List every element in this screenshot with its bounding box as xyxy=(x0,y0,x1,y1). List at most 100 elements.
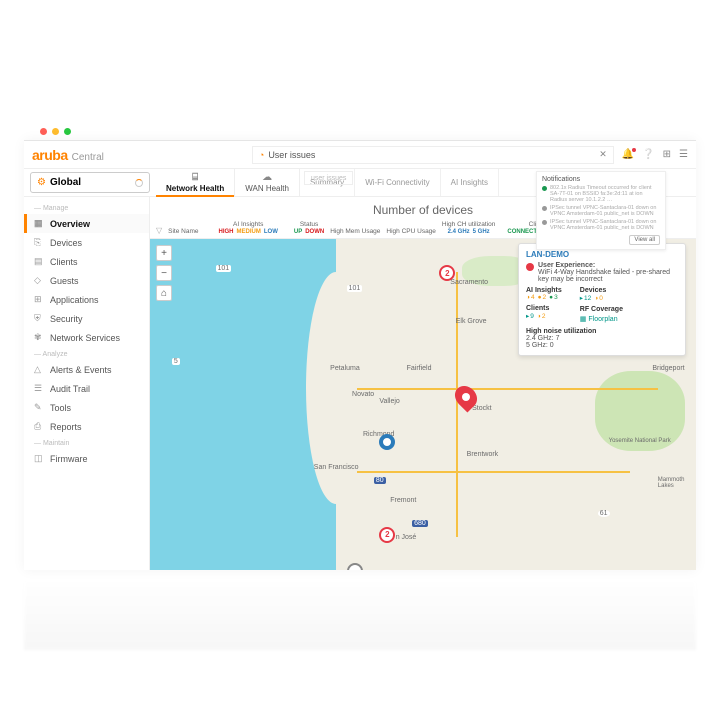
reflection-decoration xyxy=(24,580,696,650)
subtab-ai-insights[interactable]: AI Insights xyxy=(441,169,499,196)
gear-icon: ⚙ xyxy=(37,177,46,188)
popup-ux-message: WiFi 4-Way Handshake failed - pre-shared… xyxy=(538,269,670,283)
section-maintain: — Maintain xyxy=(24,436,149,449)
tab-network-health[interactable]: ⌸ Network Health xyxy=(156,169,235,196)
subtab-user-issues[interactable]: user issues xyxy=(304,171,353,185)
sidebar-nav: — Manage ▦Overview ⎘Devices ▤Clients ◇Gu… xyxy=(24,197,150,570)
city-mammoth: Mammoth Lakes xyxy=(658,477,696,489)
route-101: 101 xyxy=(216,265,232,272)
popup-site-name: LAN-DEMO xyxy=(526,250,678,259)
notification-item[interactable]: IPSec tunnel VPNC-Santaclara-01 down on … xyxy=(542,205,660,217)
list-icon: ☰ xyxy=(34,383,44,394)
filter-icon[interactable]: ▽ xyxy=(156,226,162,235)
ai-insight-counts: ◑4 ●2 ●3 xyxy=(526,294,562,301)
col-site-name: Site Name xyxy=(168,228,198,235)
guest-icon: ◇ xyxy=(34,275,44,286)
col-status: Status UPDOWN xyxy=(294,221,324,235)
city-sf: San Francisco xyxy=(314,464,359,471)
route-80: 80 xyxy=(374,477,386,484)
city-fairfield: Fairfield xyxy=(407,365,432,372)
col-high-ch: High CH utilization 2.4 GHz5 GHz xyxy=(442,221,495,235)
city-bridgeport: Bridgeport xyxy=(652,365,684,372)
device-icon: ⎘ xyxy=(34,237,44,248)
col-high-mem: High Mem Usage xyxy=(330,228,380,235)
sidebar-item-network-services[interactable]: ✾Network Services xyxy=(24,328,149,347)
main-content: Number of devices ▽ Site Name AI Insight… xyxy=(150,197,696,570)
subtab-wifi-connectivity[interactable]: Wi-Fi Connectivity xyxy=(355,169,440,196)
city-sacramento: Sacramento xyxy=(450,279,488,286)
city-novato: Novato xyxy=(352,391,374,398)
sidebar-item-devices[interactable]: ⎘Devices xyxy=(24,233,149,252)
sidebar-item-guests[interactable]: ◇Guests xyxy=(24,271,149,290)
sidebar-item-security[interactable]: ⛨Security xyxy=(24,309,149,328)
col-high-cpu: High CPU Usage xyxy=(386,228,436,235)
bell-icon[interactable]: 🔔 xyxy=(622,149,634,160)
chip-icon: ◫ xyxy=(34,453,44,464)
col-ai-insights: AI Insights HIGHMEDIUMLOW xyxy=(219,221,278,235)
notification-item[interactable]: 802.1x Radius Timeout occurred for clien… xyxy=(542,185,660,203)
apps-icon[interactable]: ⊞ xyxy=(663,149,671,160)
search-icon: ◔ xyxy=(259,150,264,160)
monitor-icon: ⌸ xyxy=(192,172,198,183)
map-view[interactable]: Sacramento Elk Grove Petaluma Novato Fai… xyxy=(150,239,696,570)
notification-item[interactable]: IPSec tunnel VPNC-Santaclara-01 down on … xyxy=(542,219,660,231)
help-icon[interactable]: ❔ xyxy=(642,149,654,160)
view-all-button[interactable]: View all xyxy=(629,235,660,245)
report-icon: ⎙ xyxy=(34,421,44,432)
city-elk-grove: Elk Grove xyxy=(456,318,487,325)
status-dot-icon xyxy=(542,186,547,191)
sidebar-item-overview[interactable]: ▦Overview xyxy=(24,214,149,233)
alert-icon: △ xyxy=(34,364,44,375)
brand-logo: aruba Central xyxy=(32,147,104,163)
spinner-icon xyxy=(135,179,143,187)
clients-counts: ▸9 ◑2 xyxy=(526,312,562,320)
apps-grid-icon: ⊞ xyxy=(34,294,44,305)
city-fremont: Fremont xyxy=(390,497,416,504)
city-petaluma: Petaluma xyxy=(330,365,360,372)
app-window: aruba Central ◔ User issues ✕ 🔔 ❔ ⊞ ☰ ⚙ … xyxy=(24,140,696,570)
home-button[interactable]: ⌂ xyxy=(156,285,172,301)
devices-counts: ▸12 ◑0 xyxy=(580,294,623,302)
section-manage: — Manage xyxy=(24,201,149,214)
search-value: User issues xyxy=(268,150,315,160)
sidebar-item-applications[interactable]: ⊞Applications xyxy=(24,290,149,309)
route-101b: 101 xyxy=(347,285,363,292)
floorplan-link[interactable]: ▦Floorplan xyxy=(580,315,623,323)
user-icon[interactable]: ☰ xyxy=(679,149,688,160)
sidebar-item-alerts[interactable]: △Alerts & Events xyxy=(24,360,149,379)
notifications-title: Notifications xyxy=(542,176,660,183)
notifications-panel: Notifications 802.1x Radius Timeout occu… xyxy=(536,171,666,250)
error-dot-icon xyxy=(526,263,534,271)
search-input[interactable]: ◔ User issues ✕ xyxy=(252,146,614,164)
shield-icon: ⛨ xyxy=(34,313,44,324)
route-680: 680 xyxy=(412,520,428,527)
noise-utilization: High noise utilization 2.4 GHz: 7 5 GHz:… xyxy=(526,328,678,349)
city-vallejo: Vallejo xyxy=(379,398,400,405)
zoom-in-button[interactable]: + xyxy=(156,245,172,261)
floorplan-icon: ▦ xyxy=(580,315,587,323)
tab-wan-health[interactable]: ☁ WAN Health xyxy=(235,169,300,196)
city-stockton: Stockt xyxy=(472,405,491,412)
city-brentwood: Brentwork xyxy=(467,451,499,458)
sidebar-item-tools[interactable]: ✎Tools xyxy=(24,398,149,417)
clients-icon: ▤ xyxy=(34,256,44,267)
zoom-out-button[interactable]: − xyxy=(156,265,172,281)
top-bar: aruba Central ◔ User issues ✕ 🔔 ❔ ⊞ ☰ xyxy=(24,141,696,169)
sidebar-item-firmware[interactable]: ◫Firmware xyxy=(24,449,149,468)
scope-selector[interactable]: ⚙ Global xyxy=(30,172,150,193)
sidebar-item-reports[interactable]: ⎙Reports xyxy=(24,417,149,436)
sidebar-item-clients[interactable]: ▤Clients xyxy=(24,252,149,271)
wrench-icon: ✎ xyxy=(34,402,44,413)
site-popup: LAN-DEMO User Experience: WiFi 4-Way Han… xyxy=(518,243,686,356)
clear-icon[interactable]: ✕ xyxy=(599,149,607,160)
route-5: 5 xyxy=(172,358,180,365)
grid-icon: ▦ xyxy=(34,218,44,229)
map-pin-empty[interactable] xyxy=(347,563,363,570)
section-analyze: — Analyze xyxy=(24,347,149,360)
sidebar-item-audit[interactable]: ☰Audit Trail xyxy=(24,379,149,398)
label-yosemite: Yosemite National Park xyxy=(609,438,671,444)
map-controls: + − ⌂ xyxy=(156,245,172,301)
network-icon: ✾ xyxy=(34,332,44,343)
window-traffic-lights xyxy=(40,128,71,135)
city-san-jose: n José xyxy=(396,534,417,541)
